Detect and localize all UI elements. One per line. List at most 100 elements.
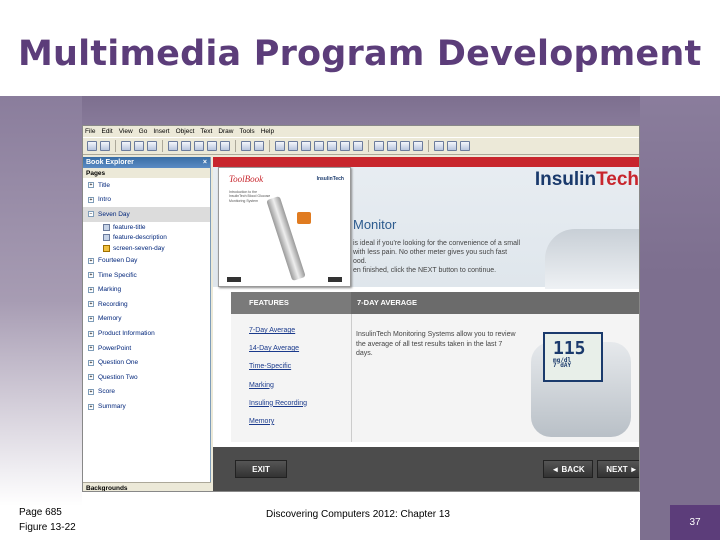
tree-item-recording[interactable]: + Recording xyxy=(83,297,210,312)
combo-icon[interactable] xyxy=(353,141,363,151)
menu-tools[interactable]: Tools xyxy=(240,128,255,135)
align-icon[interactable] xyxy=(387,141,397,151)
expand-icon[interactable]: + xyxy=(88,257,94,264)
feature-link-14-day[interactable]: 14-Day Average xyxy=(249,345,307,363)
tree-child-feature-description[interactable]: feature-description xyxy=(83,232,210,243)
tree-item-seven-day[interactable]: − Seven Day xyxy=(83,207,210,222)
expand-icon[interactable]: + xyxy=(88,301,94,308)
expand-icon[interactable]: + xyxy=(88,403,94,410)
feature-link-memory[interactable]: Memory xyxy=(249,418,307,436)
tree-child-label: feature-description xyxy=(113,234,167,242)
thumbnail-button xyxy=(328,277,342,282)
zoom-in-icon[interactable] xyxy=(434,141,444,151)
order-icon[interactable] xyxy=(413,141,423,151)
tree-item-title[interactable]: + Title xyxy=(83,178,210,193)
feature-link-7-day[interactable]: 7-Day Average xyxy=(249,327,307,345)
text-icon[interactable] xyxy=(301,141,311,151)
list-icon[interactable] xyxy=(340,141,350,151)
object-icon xyxy=(103,234,110,242)
tree-item-label: Product Information xyxy=(98,330,155,338)
grid-icon[interactable] xyxy=(374,141,384,151)
intro-line: ood. xyxy=(353,258,367,265)
expand-icon[interactable]: + xyxy=(88,345,94,352)
expand-icon[interactable]: + xyxy=(88,196,94,203)
feature-link-time-specific[interactable]: Time-Specific xyxy=(249,363,307,381)
next-button[interactable]: NEXT ► xyxy=(597,460,639,478)
figure-reference-line: Figure 13-22 xyxy=(19,522,76,533)
media-icon[interactable] xyxy=(207,141,217,151)
tree-item-marking[interactable]: + Marking xyxy=(83,282,210,297)
diamond-icon[interactable] xyxy=(288,141,298,151)
zoom-out-icon[interactable] xyxy=(447,141,457,151)
find-icon[interactable] xyxy=(460,141,470,151)
copy-icon[interactable] xyxy=(134,141,144,151)
tree-item-score[interactable]: + Score xyxy=(83,385,210,400)
meter-reading: 115 xyxy=(553,338,586,359)
expand-icon[interactable]: + xyxy=(88,272,94,279)
pages-label: Pages xyxy=(83,168,210,178)
intro-line: with less pain. No other meter gives you… xyxy=(353,249,508,256)
menu-help[interactable]: Help xyxy=(261,128,274,135)
tree-item-memory[interactable]: + Memory xyxy=(83,312,210,327)
tree-item-intro[interactable]: + Intro xyxy=(83,193,210,208)
tree-item-label: Title xyxy=(98,181,111,189)
backgrounds-tab[interactable]: Backgrounds xyxy=(83,482,211,491)
tree-item-question-one[interactable]: + Question One xyxy=(83,355,210,370)
toolbar-separator xyxy=(368,140,369,152)
right-band xyxy=(640,96,720,540)
tree-item-time-specific[interactable]: + Time Specific xyxy=(83,268,210,283)
table-icon[interactable] xyxy=(194,141,204,151)
expand-icon[interactable]: + xyxy=(88,182,94,189)
object-icon xyxy=(103,223,110,231)
cut-icon[interactable] xyxy=(121,141,131,151)
tree-item-fourteen-day[interactable]: + Fourteen Day xyxy=(83,253,210,268)
meter-sub: 7 dAY xyxy=(553,362,572,369)
feature-links: 7-Day Average 14-Day Average Time-Specif… xyxy=(249,327,307,436)
button-icon[interactable] xyxy=(220,141,230,151)
tree-child-screen-seven-day[interactable]: screen-seven-day xyxy=(83,243,210,254)
feature-link-marking[interactable]: Marking xyxy=(249,382,307,400)
menu-insert[interactable]: Insert xyxy=(153,128,169,135)
tree-item-question-two[interactable]: + Question Two xyxy=(83,370,210,385)
checkbox-icon[interactable] xyxy=(327,141,337,151)
group-icon[interactable] xyxy=(400,141,410,151)
expand-icon[interactable]: + xyxy=(88,315,94,322)
close-icon[interactable]: × xyxy=(203,159,207,166)
tree-item-product-information[interactable]: + Product Information xyxy=(83,326,210,341)
slide-number: 37 xyxy=(670,505,720,540)
expand-icon[interactable]: + xyxy=(88,388,94,395)
slide-title: Multimedia Program Development xyxy=(18,34,702,74)
menu-edit[interactable]: Edit xyxy=(101,128,112,135)
footer-chapter: Discovering Computers 2012: Chapter 13 xyxy=(266,509,450,520)
menu-view[interactable]: View xyxy=(119,128,133,135)
page-icon[interactable] xyxy=(168,141,178,151)
paste-icon[interactable] xyxy=(147,141,157,151)
run-icon[interactable] xyxy=(241,141,251,151)
expand-icon[interactable]: + xyxy=(88,374,94,381)
feature-link-recording[interactable]: Insuling Recording xyxy=(249,400,307,418)
book-explorer-title: Book Explorer xyxy=(86,159,134,166)
menu-go[interactable]: Go xyxy=(139,128,148,135)
tree-item-label: Seven Day xyxy=(98,210,130,218)
average-header: 7-DAY AVERAGE xyxy=(357,298,418,307)
expand-icon[interactable]: + xyxy=(88,286,94,293)
back-button[interactable]: ◄ BACK xyxy=(543,460,593,478)
collapse-icon[interactable]: − xyxy=(88,211,94,218)
tree-item-powerpoint[interactable]: + PowerPoint xyxy=(83,341,210,356)
expand-icon[interactable]: + xyxy=(88,330,94,337)
tree-child-feature-title[interactable]: feature-title xyxy=(83,222,210,233)
tree-item-summary[interactable]: + Summary xyxy=(83,399,210,414)
intro-line: en finished, click the NEXT button to co… xyxy=(353,267,497,274)
open-icon[interactable] xyxy=(87,141,97,151)
menu-file[interactable]: File xyxy=(85,128,95,135)
exit-button[interactable]: EXIT xyxy=(235,460,287,478)
preview-icon[interactable] xyxy=(254,141,264,151)
expand-icon[interactable]: + xyxy=(88,359,94,366)
menu-draw[interactable]: Draw xyxy=(218,128,233,135)
shape-icon[interactable] xyxy=(275,141,285,151)
image-icon[interactable] xyxy=(181,141,191,151)
menu-text[interactable]: Text xyxy=(200,128,212,135)
save-icon[interactable] xyxy=(100,141,110,151)
menu-object[interactable]: Object xyxy=(176,128,195,135)
field-icon[interactable] xyxy=(314,141,324,151)
